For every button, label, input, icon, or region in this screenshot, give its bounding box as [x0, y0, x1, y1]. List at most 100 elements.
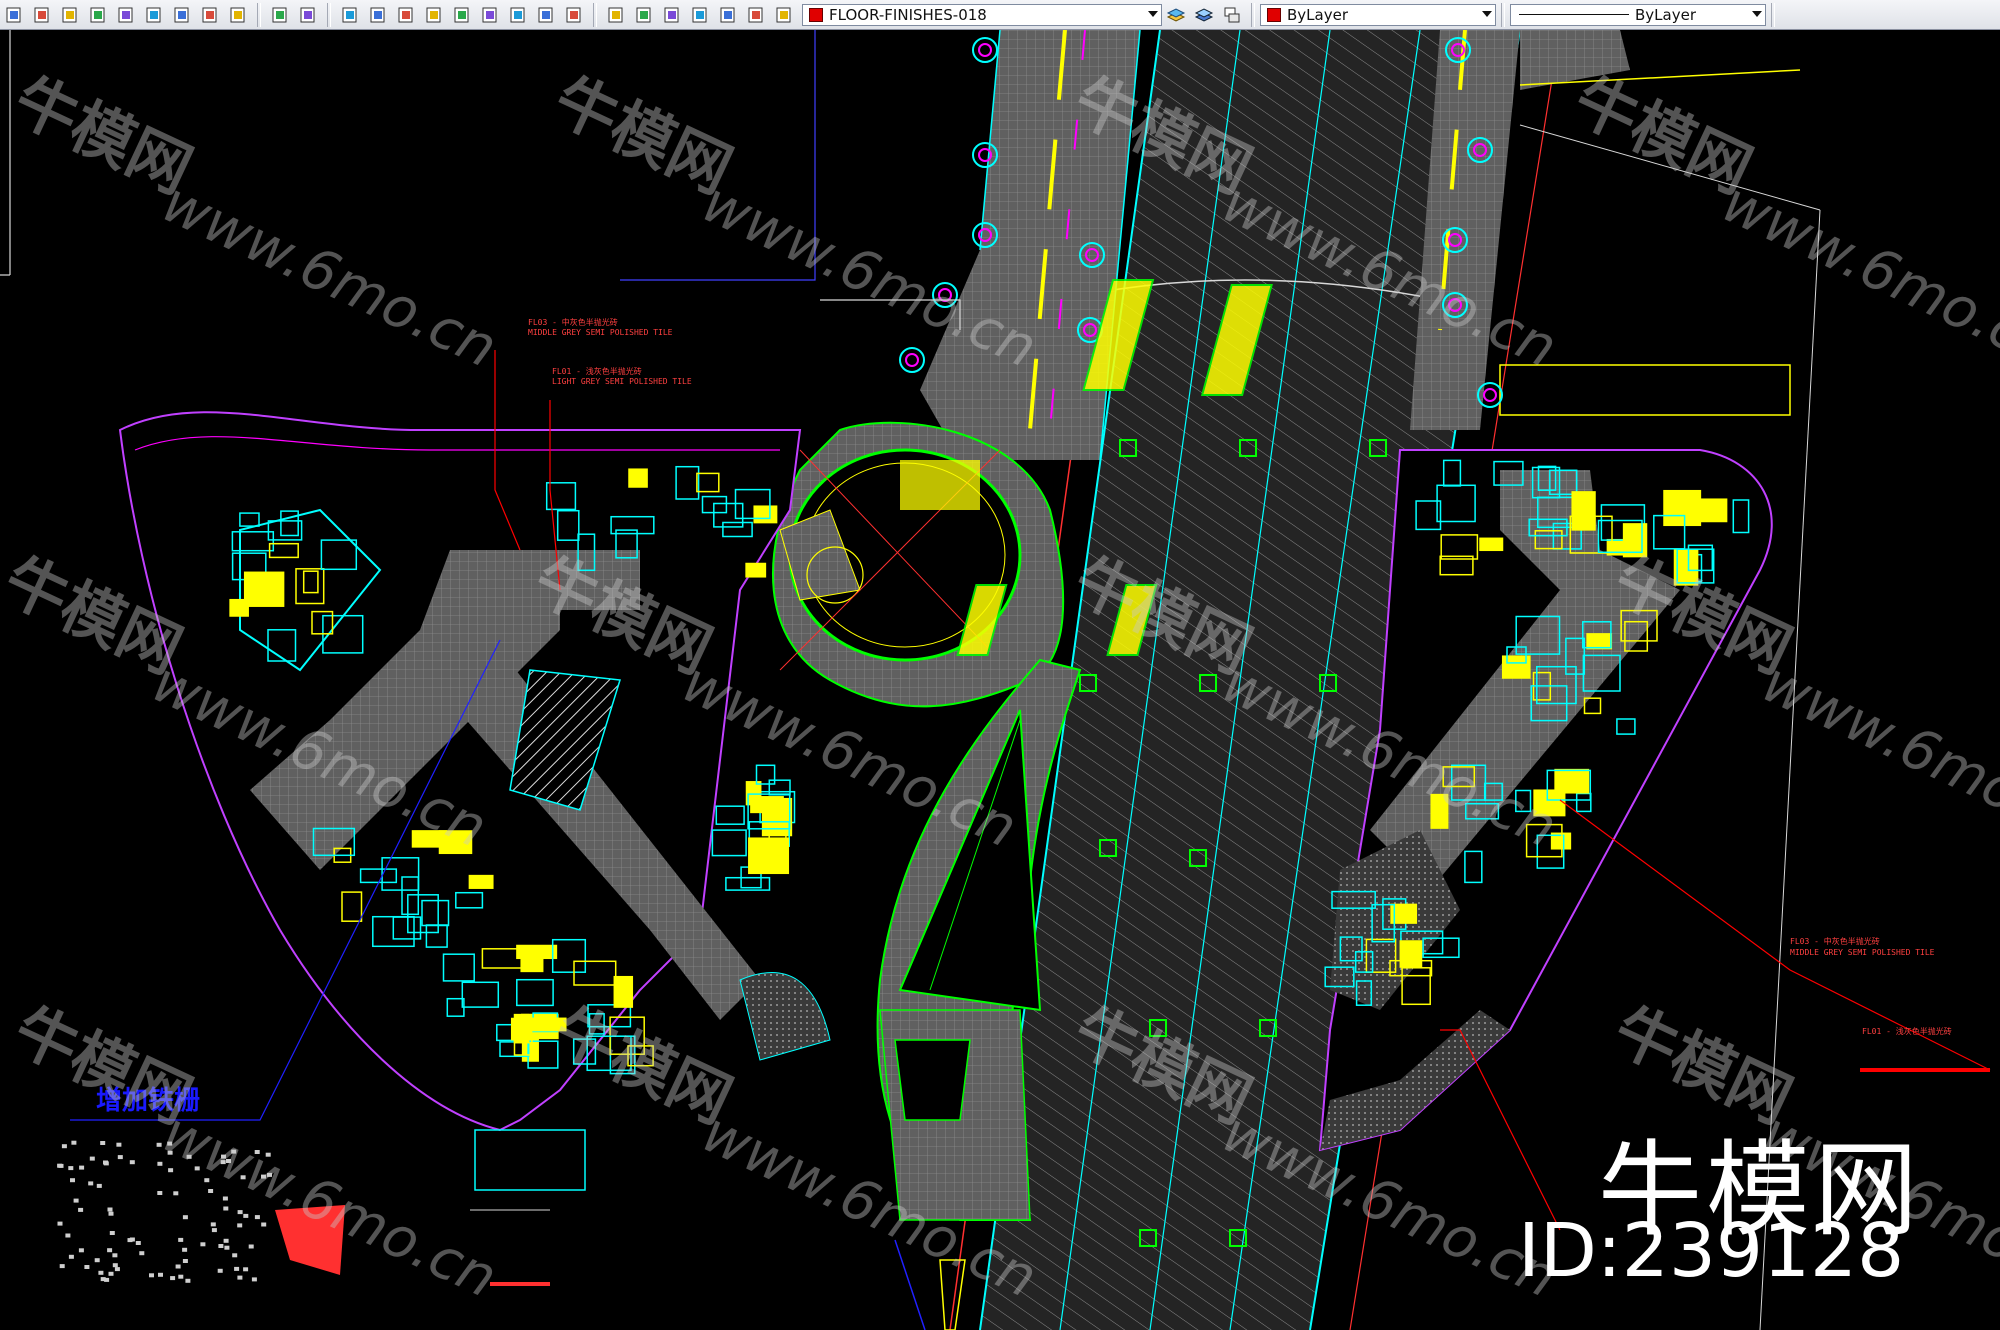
scatter-mark	[157, 1191, 163, 1195]
standard-toolbar: FLOOR-FINISHES-018 ByLayer ByLayer	[0, 0, 2000, 30]
scatter-mark	[261, 1174, 266, 1179]
layer-color-swatch	[809, 7, 823, 22]
layer-bulb-icon[interactable]	[604, 3, 628, 27]
scatter-mark	[261, 1222, 267, 1227]
scatter-mark	[186, 1154, 192, 1159]
cube-icon[interactable]	[2, 3, 26, 27]
scatter-mark	[116, 1142, 122, 1147]
drawing-canvas[interactable]: FL03 - 中灰色半抛光砖 MIDDLE GREY SEMI POLISHED…	[0, 30, 2000, 1330]
scatter-mark	[223, 1238, 229, 1243]
scatter-mark	[84, 1265, 90, 1269]
scatter-mark	[232, 1253, 238, 1258]
preview-icon[interactable]	[58, 3, 82, 27]
scatter-mark	[208, 1189, 214, 1193]
tree-symbol-inner	[978, 43, 992, 57]
scatter-mark	[107, 1248, 113, 1253]
toolbar-separator	[327, 2, 331, 27]
scatter-mark	[96, 1183, 102, 1188]
zoom-previous-icon[interactable]	[422, 3, 446, 27]
scatter-mark	[71, 1140, 77, 1145]
scatter-mark	[185, 1278, 191, 1283]
redo-icon[interactable]	[296, 3, 320, 27]
tree-symbol-inner	[905, 353, 919, 367]
scatter-mark	[223, 1206, 229, 1211]
scatter-mark	[127, 1238, 133, 1243]
toolbar-separator	[1771, 2, 1775, 27]
room	[438, 830, 473, 855]
scatter-mark	[107, 1207, 113, 1212]
layer-previous-icon[interactable]	[1192, 3, 1216, 27]
properties-icon[interactable]	[450, 3, 474, 27]
layer-lock-icon[interactable]	[660, 3, 684, 27]
scatter-mark	[267, 1172, 272, 1177]
lower-left-structures	[275, 1129, 966, 1330]
upper-left-street	[920, 30, 1141, 461]
left-building	[118, 411, 831, 1132]
scatter-mark	[217, 1268, 223, 1273]
scatter-mark	[254, 1215, 260, 1220]
layer-make-current-icon[interactable]	[1164, 3, 1188, 27]
room	[229, 598, 249, 617]
scatter-mark	[168, 1168, 174, 1173]
annotation-fl03-en: MIDDLE GREY SEMI POLISHED TILE	[528, 328, 673, 337]
zoom-window-icon[interactable]	[394, 3, 418, 27]
room	[1586, 633, 1613, 650]
room	[1673, 549, 1699, 586]
copy-icon[interactable]	[114, 3, 138, 27]
layer-color-icon[interactable]	[688, 3, 712, 27]
pan-icon[interactable]	[338, 3, 362, 27]
linetype-dropdown[interactable]: ByLayer	[1510, 3, 1766, 26]
scatter-mark	[248, 1244, 254, 1249]
room	[750, 796, 784, 814]
scatter-mark	[200, 1242, 206, 1247]
scatter-mark	[68, 1166, 74, 1171]
color-dropdown[interactable]: ByLayer	[1260, 3, 1496, 26]
layer-previous-icon[interactable]	[772, 3, 796, 27]
undo-icon[interactable]	[268, 3, 292, 27]
linetype-dropdown-value: ByLayer	[1635, 5, 1696, 24]
layer-state-icon[interactable]	[744, 3, 768, 27]
chevron-down-icon[interactable]	[1482, 10, 1492, 17]
scatter-mark	[178, 1274, 184, 1279]
annotation-fl01-en: LIGHT GREY SEMI POLISHED TILE	[552, 377, 692, 386]
tool-palette-icon[interactable]	[506, 3, 530, 27]
scatter-mark	[224, 1245, 230, 1250]
scatter-mark	[78, 1207, 84, 1212]
room	[1399, 940, 1423, 968]
layer-isolate-icon[interactable]	[1220, 3, 1244, 27]
publish-icon[interactable]	[86, 3, 110, 27]
markup-icon[interactable]	[562, 3, 586, 27]
scatter-mark	[73, 1198, 79, 1203]
scatter-mark	[167, 1150, 173, 1155]
scatter-mark	[61, 1144, 67, 1149]
chevron-down-icon[interactable]	[1148, 10, 1158, 17]
zoom-realtime-icon[interactable]	[366, 3, 390, 27]
design-center-icon[interactable]	[478, 3, 502, 27]
block-icon[interactable]	[198, 3, 222, 27]
layer-dropdown[interactable]: FLOOR-FINISHES-018	[802, 3, 1162, 26]
match-icon[interactable]	[170, 3, 194, 27]
save-icon[interactable]	[226, 3, 250, 27]
scatter-mark	[157, 1161, 163, 1166]
scatter-mark	[65, 1233, 71, 1238]
scatter-mark	[234, 1266, 240, 1271]
scatter-mark	[231, 1149, 237, 1154]
scatter-mark	[57, 1163, 63, 1168]
room	[529, 1017, 567, 1032]
scatter-mark	[237, 1210, 243, 1215]
linetype-sample-line	[1519, 14, 1629, 15]
layer-manager-icon[interactable]	[716, 3, 740, 27]
sheet-set-icon[interactable]	[534, 3, 558, 27]
scatter-mark	[182, 1259, 188, 1263]
scatter-mark	[103, 1160, 108, 1165]
plot-icon[interactable]	[30, 3, 54, 27]
scatter-mark	[210, 1222, 216, 1227]
room	[1479, 537, 1504, 552]
room	[468, 874, 494, 889]
toolbar-icon-group	[0, 2, 798, 27]
scatter-mark	[204, 1178, 210, 1183]
chevron-down-icon[interactable]	[1752, 10, 1762, 17]
layer-sun-icon[interactable]	[632, 3, 656, 27]
scatter-mark	[243, 1267, 249, 1272]
paste-icon[interactable]	[142, 3, 166, 27]
